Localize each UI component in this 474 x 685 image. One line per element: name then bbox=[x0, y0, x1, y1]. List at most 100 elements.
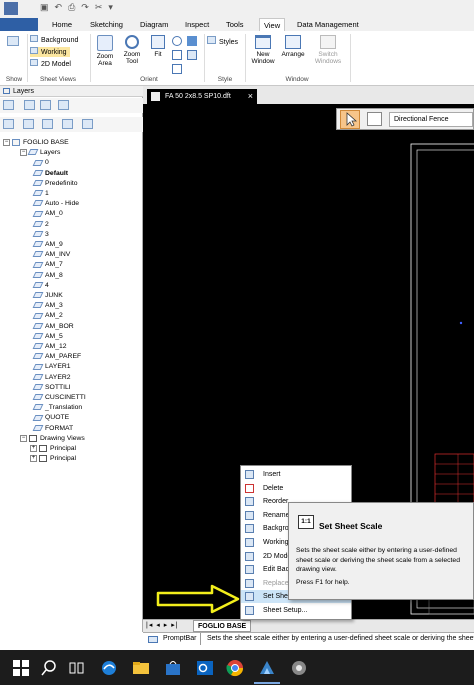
layer-item[interactable]: AM_0 bbox=[32, 209, 63, 219]
layer-item[interactable]: AM_7 bbox=[32, 260, 63, 270]
context-menu-item[interactable]: Insert bbox=[241, 468, 351, 481]
layer-item[interactable]: Auto - Hide bbox=[32, 199, 79, 209]
2d-model-button[interactable]: 2D Model bbox=[30, 59, 71, 69]
search-icon[interactable] bbox=[40, 659, 58, 677]
save-icon[interactable]: ▣ bbox=[40, 2, 49, 13]
layer-item[interactable]: AM_INV bbox=[32, 250, 70, 260]
layer-tool-icon[interactable] bbox=[3, 100, 14, 110]
styles-button[interactable]: Styles bbox=[207, 36, 238, 46]
layer-item[interactable]: Predefinito bbox=[32, 179, 78, 189]
layer-item[interactable]: SOTTILI bbox=[32, 383, 71, 393]
switch-windows-button[interactable]: Switch Windows bbox=[310, 35, 346, 65]
explorer-icon[interactable] bbox=[132, 659, 150, 677]
layer-item[interactable]: AM_2 bbox=[32, 311, 63, 321]
zoom-in-icon[interactable] bbox=[172, 36, 182, 46]
outlook-icon[interactable] bbox=[196, 659, 214, 677]
store-icon[interactable] bbox=[164, 659, 182, 677]
new-window-button[interactable]: New Window bbox=[248, 35, 278, 65]
expand-icon[interactable]: + bbox=[30, 444, 37, 452]
select-tool-button[interactable] bbox=[340, 110, 360, 129]
drawing-view-item[interactable]: + Principal bbox=[30, 454, 76, 464]
delete-layer-icon[interactable] bbox=[82, 119, 93, 129]
collapse-icon[interactable]: − bbox=[20, 148, 27, 156]
new-layer-icon[interactable] bbox=[3, 119, 14, 129]
tree-root-sheet[interactable]: − FOGLIO BASE bbox=[3, 138, 69, 148]
layer-item[interactable]: JUNK bbox=[32, 291, 63, 301]
tab-home[interactable]: Home bbox=[48, 18, 76, 31]
layer-tool-icon[interactable] bbox=[58, 100, 69, 110]
pan-icon[interactable] bbox=[172, 50, 182, 60]
context-menu-item[interactable]: Sheet Setup... bbox=[241, 604, 351, 617]
layer-item[interactable]: 0 bbox=[32, 158, 49, 168]
layer-item[interactable]: AM_5 bbox=[32, 332, 63, 342]
layer-tool-icon[interactable] bbox=[40, 100, 51, 110]
arrange-button[interactable]: Arrange bbox=[280, 35, 306, 58]
show-layer-icon[interactable] bbox=[23, 119, 34, 129]
print-icon[interactable]: ⎙ bbox=[68, 2, 75, 13]
layer-tool-icon[interactable] bbox=[24, 100, 35, 110]
tab-view[interactable]: View bbox=[259, 18, 286, 31]
layer-item[interactable]: Default bbox=[32, 169, 68, 179]
layer-item[interactable]: _Translation bbox=[32, 403, 82, 413]
app-icon[interactable] bbox=[290, 659, 308, 677]
redo-icon[interactable]: ↷ bbox=[81, 2, 89, 13]
prompt-bar-text: Sets the sheet scale either by entering … bbox=[207, 635, 474, 642]
fence-mode-select[interactable]: Directional Fence bbox=[389, 112, 473, 127]
qat-dropdown-icon[interactable]: ▾ bbox=[108, 2, 113, 13]
collapse-icon[interactable]: − bbox=[20, 434, 27, 442]
app-icon[interactable] bbox=[4, 2, 18, 15]
layer-item[interactable]: AM_3 bbox=[32, 301, 63, 311]
edge-icon[interactable] bbox=[100, 659, 118, 677]
tab-sketching[interactable]: Sketching bbox=[86, 18, 127, 31]
tab-tools[interactable]: Tools bbox=[222, 18, 248, 31]
solid-edge-icon[interactable] bbox=[258, 659, 276, 677]
background-button[interactable]: Background bbox=[30, 35, 78, 45]
layer-item[interactable]: LAYER2 bbox=[32, 373, 71, 383]
layer-item[interactable]: CUSCINETTI bbox=[32, 393, 86, 403]
context-menu-item[interactable]: Delete bbox=[241, 482, 351, 495]
layer-item[interactable]: FORMAT bbox=[32, 424, 73, 434]
windows-icon[interactable] bbox=[12, 659, 30, 677]
tab-data-management[interactable]: Data Management bbox=[293, 18, 363, 31]
cut-icon[interactable]: ✂ bbox=[95, 2, 103, 13]
chrome-icon[interactable] bbox=[226, 659, 244, 677]
previous-view-icon[interactable] bbox=[187, 50, 197, 60]
sheet-nav-buttons[interactable]: |◂ ◂ ▸ ▸| bbox=[146, 621, 179, 629]
layer-item[interactable]: 2 bbox=[32, 220, 49, 230]
tab-diagram[interactable]: Diagram bbox=[136, 18, 172, 31]
drawing-view-item[interactable]: + Principal bbox=[30, 444, 76, 454]
move-to-layer-icon[interactable] bbox=[62, 119, 73, 129]
task-view-icon[interactable] bbox=[68, 659, 86, 677]
layer-item[interactable]: 4 bbox=[32, 281, 49, 291]
layer-item[interactable]: AM_PAREF bbox=[32, 352, 81, 362]
layer-item[interactable]: AM_12 bbox=[32, 342, 67, 352]
layer-item[interactable]: AM_BOR bbox=[32, 322, 74, 332]
view-icon[interactable] bbox=[187, 36, 197, 46]
layer-item[interactable]: QUOTE bbox=[32, 413, 69, 423]
tree-drawing-views-node[interactable]: − Drawing Views bbox=[20, 434, 85, 444]
zoom-tool-button[interactable]: Zoom Tool bbox=[120, 35, 144, 65]
fit-button[interactable]: Fit bbox=[148, 35, 168, 58]
tab-inspect[interactable]: Inspect bbox=[181, 18, 213, 31]
undo-icon[interactable]: ↶ bbox=[55, 2, 63, 13]
file-tab[interactable] bbox=[0, 18, 38, 31]
layer-item[interactable]: AM_8 bbox=[32, 271, 63, 281]
tree-layers-node[interactable]: − Layers bbox=[20, 148, 60, 158]
sheet-tab-foglio-base[interactable]: FOGLIO BASE bbox=[193, 620, 252, 632]
expand-icon[interactable]: + bbox=[30, 454, 37, 462]
collapse-icon[interactable]: − bbox=[3, 138, 10, 146]
close-icon[interactable]: × bbox=[248, 89, 253, 104]
layer-item[interactable]: AM_9 bbox=[32, 240, 63, 250]
layer-item[interactable]: LAYER1 bbox=[32, 362, 71, 372]
insert-icon bbox=[245, 470, 254, 479]
layer-item[interactable]: 3 bbox=[32, 230, 49, 240]
zoom-area-button[interactable]: Zoom Area bbox=[93, 35, 117, 67]
layer-item[interactable]: 1 bbox=[32, 189, 49, 199]
show-button[interactable] bbox=[7, 36, 21, 48]
document-tab[interactable]: FA 50 2x8.5 SP10.dft × bbox=[147, 89, 257, 104]
rotate-icon[interactable] bbox=[172, 64, 182, 74]
prompt-bar: PromptBar Sets the sheet scale either by… bbox=[143, 632, 474, 645]
hide-layer-icon[interactable] bbox=[42, 119, 53, 129]
working-button[interactable]: Working bbox=[30, 47, 70, 57]
fence-icon[interactable] bbox=[367, 112, 382, 126]
